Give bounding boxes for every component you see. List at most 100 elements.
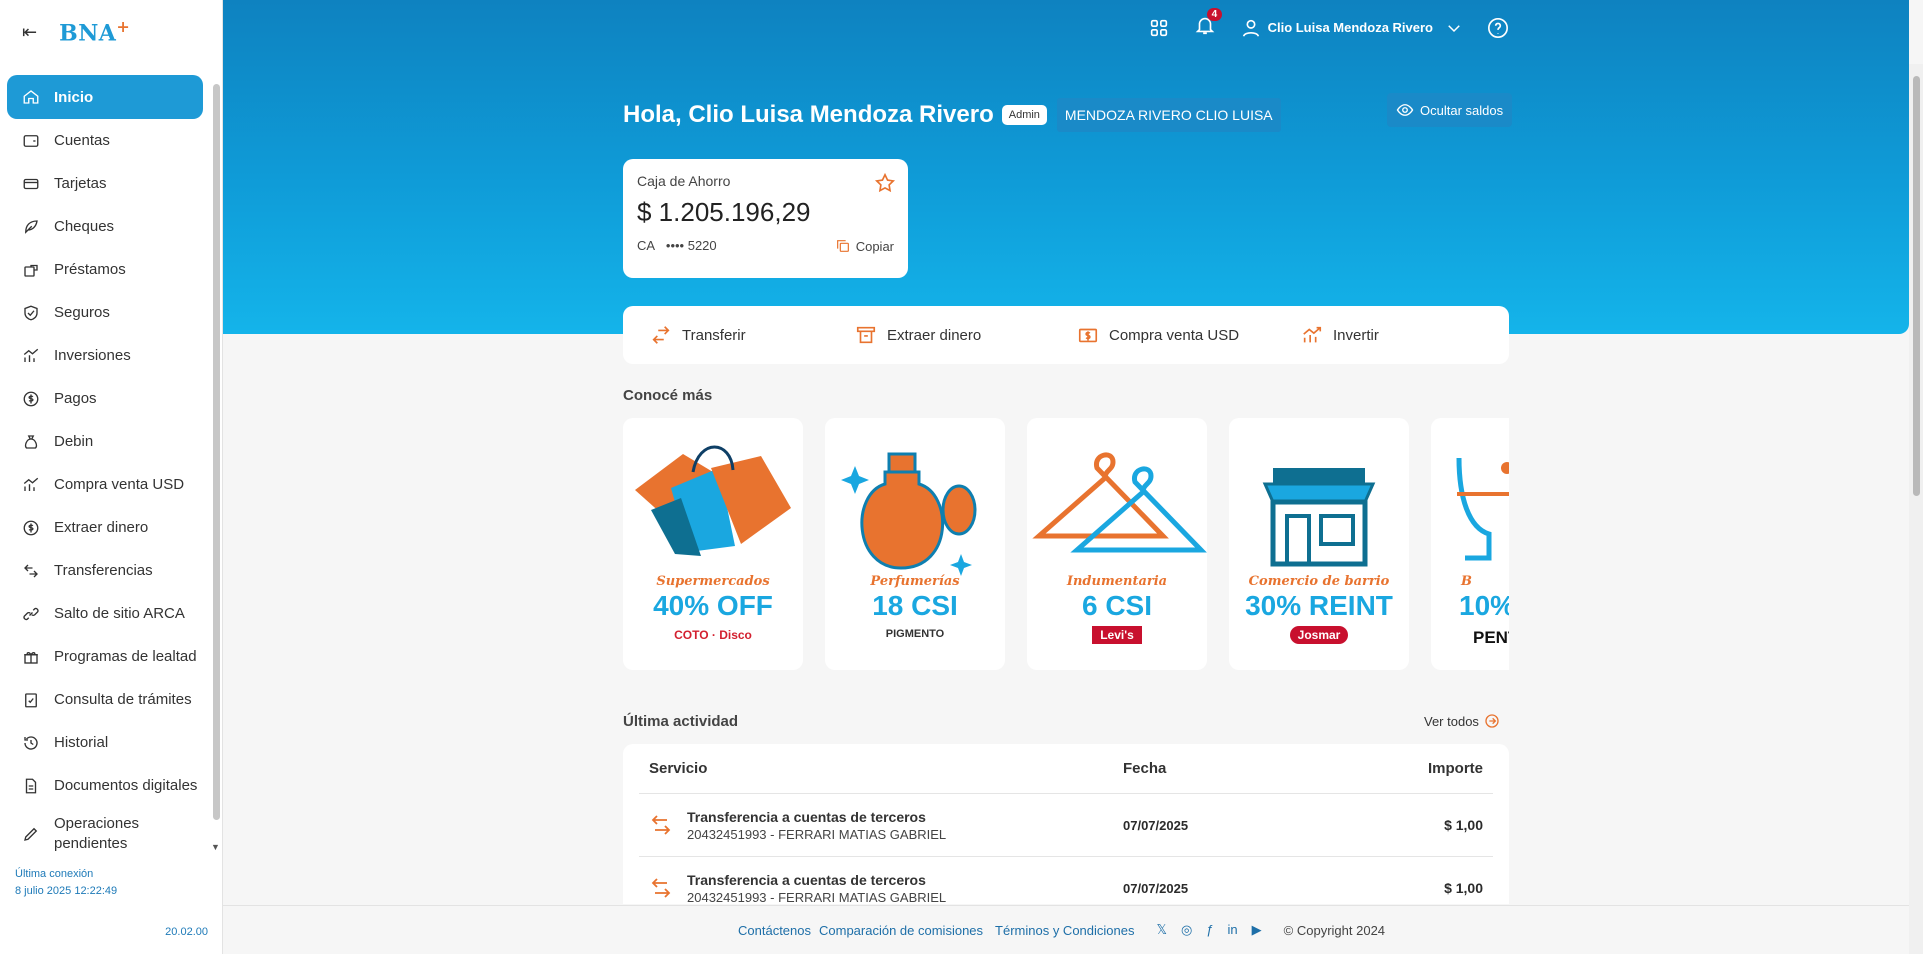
column-service: Servicio: [649, 760, 708, 777]
transfer-icon: [651, 878, 671, 898]
sidebar-item-seguros[interactable]: Seguros: [7, 291, 203, 334]
hero-banner: 4 Clio Luisa Mendoza Rivero Hola, Clio L…: [223, 0, 1909, 334]
sidebar-item-label: Seguros: [54, 304, 110, 321]
promo-category: B: [1461, 574, 1472, 589]
sidebar-item-inversiones[interactable]: Inversiones: [7, 334, 203, 377]
clipboard-check-icon: [25, 692, 37, 707]
card-icon: [23, 178, 39, 189]
collapse-menu-icon[interactable]: ⇤: [22, 22, 37, 43]
eye-icon: [1396, 104, 1414, 116]
row-amount: $ 1,00: [1444, 880, 1483, 896]
row-subtitle: 20432451993 - FERRARI MATIAS GABRIEL: [687, 889, 947, 905]
account-prefix: CA: [637, 238, 656, 253]
sidebar-item-cheques[interactable]: Cheques: [7, 205, 203, 248]
account-number: •••• 5220: [665, 238, 717, 253]
social-links: 𝕏 ◎ ƒ in ▶: [1156, 922, 1261, 938]
promo-card[interactable]: Indumentaria 6 CSI Levi's: [1027, 418, 1207, 670]
promo-card[interactable]: Comercio de barrio 30% REINT Josmar: [1229, 418, 1409, 670]
promo-offer: 10%: [1459, 590, 1509, 621]
sidebar-item-compra-venta-usd[interactable]: Compra venta USD: [7, 463, 203, 506]
link-icon: [23, 607, 39, 620]
apps-grid-icon[interactable]: [1148, 17, 1170, 39]
greeting: Hola, Clio Luisa Mendoza Rivero Admin ME…: [623, 98, 1281, 132]
footer-link-terms[interactable]: Términos y Condiciones: [995, 923, 1134, 938]
promo-offer: 30% REINT: [1245, 590, 1393, 621]
see-all-link[interactable]: Ver todos: [1424, 713, 1500, 729]
action-extraer-dinero[interactable]: Extraer dinero: [855, 324, 1077, 346]
see-all-label: Ver todos: [1424, 713, 1479, 729]
sidebar-item-historial[interactable]: Historial: [7, 721, 203, 764]
chevron-down-icon: [1448, 24, 1460, 32]
sidebar-item-transferencias[interactable]: Transferencias: [7, 549, 203, 592]
sidebar-item-label: Consulta de trámites: [54, 691, 192, 708]
sidebar-item-inicio[interactable]: Inicio: [7, 75, 203, 119]
pencil-icon: [24, 827, 38, 841]
sidebar-item-label: Cheques: [54, 218, 115, 235]
user-menu[interactable]: Clio Luisa Mendoza Rivero: [1240, 17, 1463, 39]
sidebar-item-debin[interactable]: Debin: [7, 420, 203, 463]
action-transferir[interactable]: Transferir: [650, 324, 855, 346]
feather-icon: [25, 219, 38, 234]
promo-brand: PENTO: [1473, 628, 1509, 647]
shopping-bags-icon: [635, 445, 791, 556]
sidebar-item-label: Programas de lealtad: [54, 648, 197, 665]
action-label: Compra venta USD: [1109, 326, 1240, 344]
youtube-icon[interactable]: ▶: [1252, 922, 1262, 938]
row-date: 07/07/2025: [1123, 880, 1189, 896]
action-label: Extraer dinero: [887, 326, 982, 344]
user-icon: [1242, 19, 1259, 37]
sidebar-item-cuentas[interactable]: Cuentas: [7, 119, 203, 162]
transfer-icon: [651, 815, 671, 835]
sidebar-item-label: Extraer dinero: [54, 519, 149, 536]
sidebar-item-consulta-tramites[interactable]: Consulta de trámites: [7, 678, 203, 721]
linkedin-icon[interactable]: in: [1228, 922, 1238, 938]
promo-card[interactable]: B 10% PENTO: [1431, 418, 1509, 670]
logo[interactable]: BNA+: [59, 17, 130, 46]
notifications-button[interactable]: 4: [1194, 8, 1223, 41]
footer-link-fees[interactable]: Comparación de comisiones: [819, 923, 983, 938]
account-balance: $ 1.205.196,29: [637, 197, 811, 227]
gift-icon: [24, 651, 38, 664]
page-scrollbar[interactable]: [1913, 76, 1920, 496]
copy-button[interactable]: Copiar: [835, 238, 894, 254]
sidebar-item-operaciones-pendientes[interactable]: Operaciones pendientes: [7, 809, 203, 859]
sidebar-item-extraer-dinero[interactable]: Extraer dinero: [7, 506, 203, 549]
action-label: Transferir: [682, 326, 746, 344]
action-invertir[interactable]: Invertir: [1301, 324, 1379, 346]
hide-balances-button[interactable]: Ocultar saldos: [1387, 93, 1513, 127]
sidebar-item-programas-lealtad[interactable]: Programas de lealtad: [7, 635, 203, 678]
instagram-icon[interactable]: ◎: [1181, 922, 1192, 938]
promo-category: Supermercados: [656, 574, 770, 589]
facebook-icon[interactable]: ƒ: [1206, 922, 1213, 938]
table-row[interactable]: Transferencia a cuentas de terceros 2043…: [639, 794, 1493, 857]
account-card[interactable]: Caja de Ahorro $ 1.205.196,29 CA •••• 52…: [623, 159, 908, 278]
help-icon[interactable]: [1487, 17, 1509, 39]
scroll-down-icon[interactable]: ▼: [211, 842, 220, 852]
star-icon[interactable]: [874, 172, 896, 194]
company-selector[interactable]: MENDOZA RIVERO CLIO LUISA: [1056, 98, 1281, 132]
sidebar-item-label: Salto de sitio ARCA: [54, 605, 185, 622]
row-date: 07/07/2025: [1123, 817, 1189, 833]
sidebar-nav: Inicio Cuentas Tarjetas Cheques Préstamo…: [0, 75, 210, 859]
action-compra-venta-usd[interactable]: Compra venta USD: [1077, 324, 1301, 346]
footer-link-contact[interactable]: Contáctenos: [738, 923, 811, 938]
wallet-icon: [23, 134, 39, 147]
sidebar-item-documentos[interactable]: Documentos digitales: [7, 764, 203, 807]
promo-card[interactable]: Supermercados 40% OFF COTO · Disco: [623, 418, 803, 670]
dollar-circle-icon: [23, 520, 39, 535]
copy-label: Copiar: [855, 238, 894, 254]
wine-glass-icon: [1456, 457, 1509, 561]
promo-brand: Levi's: [1092, 626, 1142, 644]
x-icon[interactable]: 𝕏: [1156, 922, 1166, 938]
sidebar-item-pagos[interactable]: Pagos: [7, 377, 203, 420]
sidebar-scrollbar[interactable]: [213, 84, 220, 820]
app-version: 20.02.00: [165, 926, 208, 938]
sidebar: ⇤ BNA+ Inicio Cuentas Tarjetas Cheques P…: [0, 0, 223, 954]
table-row[interactable]: Transferencia a cuentas de terceros 2043…: [639, 857, 1493, 904]
sidebar-item-label: Historial: [54, 734, 109, 751]
sidebar-item-prestamos[interactable]: Préstamos: [7, 248, 203, 291]
sidebar-item-tarjetas[interactable]: Tarjetas: [7, 162, 203, 205]
sidebar-item-salto-arca[interactable]: Salto de sitio ARCA: [7, 592, 203, 635]
promo-card[interactable]: Perfumerías 18 CSI PIGMENTO: [825, 418, 1005, 670]
row-title: Transferencia a cuentas de terceros: [687, 808, 926, 825]
